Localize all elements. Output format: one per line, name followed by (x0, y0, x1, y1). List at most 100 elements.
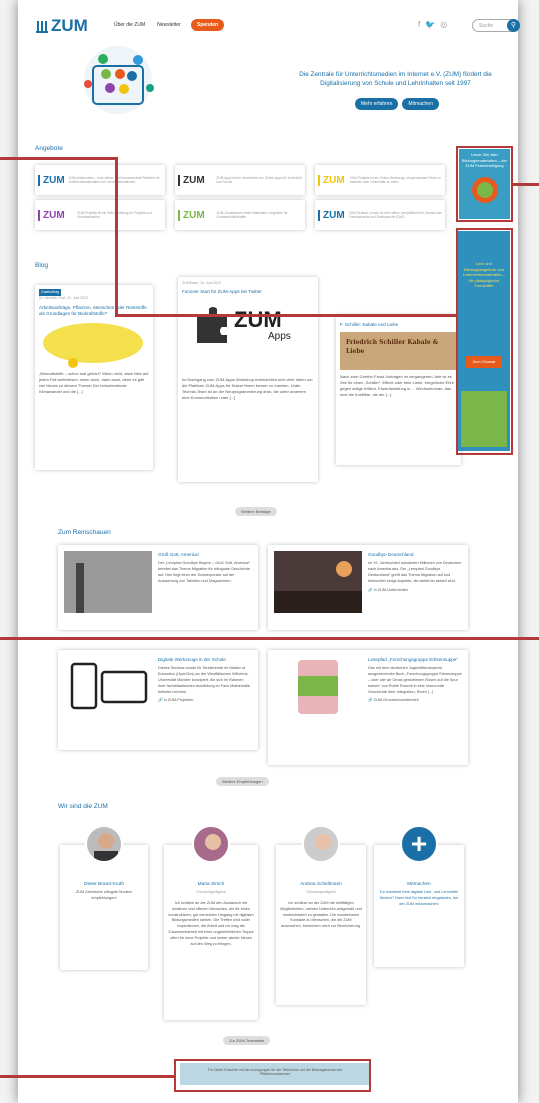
item-text: Im 19. Jahrhundert wanderten Millionen v… (368, 561, 462, 583)
hero-text: Die Zentrale für Unterrichtsmedien im In… (299, 71, 492, 88)
annotation-line (115, 157, 118, 317)
blog-title: Blog (35, 262, 49, 269)
post-image: ZUM Apps (182, 299, 314, 378)
angebot-logo: ZUM (178, 209, 212, 221)
item-tag: 🔗 in ZUM-Projekten (158, 698, 194, 703)
post-title[interactable]: Funover Start für ZUM-Apps bei Twitter (182, 289, 314, 296)
reinschauen-item-3[interactable]: Digitale Werkzeuge in der Schule Dieses S… (58, 650, 258, 750)
member-role: Gründungsmitglied (306, 890, 336, 895)
page: ZUM Über die ZUM Newsletter Spenden f 🐦 … (18, 0, 520, 1103)
angebot-text: ZUM-Projekte ist ein Wiki-Werkzeug für P… (77, 210, 152, 219)
painting-image (274, 551, 362, 613)
annotation-line (115, 314, 458, 317)
nav-ueber[interactable]: Über die ZUM (114, 22, 145, 28)
blog-post-2[interactable]: ZUMTeam, 10. Juni 2022 Funover Start für… (178, 277, 318, 482)
side-ad-top-text: Unser Ziel aller Bildungsmaterialien – d… (461, 152, 508, 169)
gastbeitrag-badge: Gastbeitrag (39, 289, 62, 297)
item-title: Lesepfad „Forschungsgruppe Erbsensuppe“ (368, 657, 458, 662)
header: ZUM Über die ZUM Newsletter Spenden f 🐦 … (36, 14, 520, 38)
weitere-beitraege-button[interactable]: Weitere Beiträge (235, 507, 277, 516)
member-name: Andrea Schellmann (300, 882, 342, 887)
post-image: Friedrich Schiller Kabale & Liebe (340, 331, 457, 370)
app-logo-sub: Apps (268, 331, 291, 343)
team-title: Wir sind die ZUM (58, 803, 108, 810)
blog-post-1[interactable]: Gastbeitrag Dr. Heinrich Graf, 22. Juni … (35, 285, 153, 470)
angebot-item[interactable]: ZUM ZUM Deutsch Lernen ist eine offene Le… (315, 200, 445, 230)
item-title: Goodbye Deutschland (368, 552, 414, 557)
post-excerpt: „Biokraftstoffe – schon mal gehört? Wenn… (39, 371, 149, 395)
angebot-item[interactable]: ZUM ZUM-Apps ist ein Verzeichnis von Onli… (175, 165, 305, 195)
devices-image (70, 662, 148, 710)
angebot-logo: ZUM (318, 209, 345, 221)
angebot-text: ZUM-Grundschule bietet Materialien, Ange… (216, 210, 288, 219)
item-tag: 🔗 in ZUM-Unterrichten (368, 587, 408, 592)
angebot-text: ZUM-Projekte ist ein Online-Werkzeug, um… (349, 175, 441, 184)
search-icon[interactable]: ⚲ (507, 19, 520, 32)
team-member-1: Dieter Brand-Kruth ZUM Zahnische uitingu… (60, 825, 148, 970)
post-meta: ZUMTeam, 10. Juni 2022 (182, 281, 222, 285)
member-name: Mitmachen (407, 882, 431, 887)
member-role: Gründungsmitglied (196, 890, 226, 895)
reinschauen-item-1[interactable]: Grüß Gott, America! Der „Lernpfad Goodbye… (58, 545, 258, 630)
team-member-2: Maria Sirsch Gründungsmitglied Ich schät… (164, 825, 258, 1020)
angebot-text: ZUM-Apps ist ein Verzeichnis von Online-… (216, 175, 302, 184)
post-title[interactable]: F. Schiller: Kabale und Liebe (340, 322, 457, 329)
weitere-empfehlungen-button[interactable]: Weitere Empfehlungen (216, 777, 269, 786)
side-ad-top[interactable]: Unser Ziel aller Bildungsmaterialien – d… (459, 149, 510, 219)
globe-icon (472, 177, 498, 203)
team-seite-button[interactable]: Zur ZUM-Teamseite (223, 1036, 271, 1045)
nav-newsletter[interactable]: Newsletter (157, 22, 181, 28)
post-image (43, 323, 143, 369)
spenden-button[interactable]: Spenden (191, 19, 225, 31)
reinschauen-item-2[interactable]: Goodbye Deutschland Im 19. Jahrhundert wa… (268, 545, 468, 630)
member-quote: ZUM Zahnische uitingute Modern empfehlun… (75, 890, 133, 901)
member-name: Dieter Brand-Kruth (84, 882, 124, 887)
blog-post-3[interactable]: F. Schiller: Kabale und Liebe Friedrich … (336, 315, 461, 465)
zum-logo[interactable]: ZUM (36, 16, 88, 36)
statue-image (64, 551, 152, 613)
search-input[interactable]: Suche ⚲ (472, 19, 520, 32)
twitter-icon[interactable]: 🐦 (425, 20, 435, 29)
avatar (85, 825, 123, 863)
side-ad-bottom[interactable]: Lern und Bildungsangebote und Unterricht… (458, 231, 510, 451)
annotation-line (0, 1075, 174, 1078)
item-title: Digitale Werkzeuge in der Schule (158, 657, 226, 662)
post-meta: Dr. Heinrich Graf, 22. Juni 2022 (39, 296, 89, 301)
hero-illustration (84, 46, 154, 114)
side-ad-bottom-text: Lern und Bildungsangebote und Unterricht… (462, 261, 506, 289)
facebook-icon[interactable]: f (418, 20, 420, 29)
glossar-button[interactable]: Zum Glossar (466, 356, 502, 368)
mehr-erfahren-button[interactable]: Mehr erfahren (355, 98, 399, 110)
angebot-item[interactable]: ZUM ZUM-Grundschule bietet Materialien, A… (175, 200, 305, 230)
member-quote: Ich schätze an der ZUM die vielfältigen … (280, 900, 362, 929)
angebot-logo: ZUM (38, 209, 73, 221)
social-links: f 🐦 ◎ (418, 20, 447, 29)
avatar (302, 825, 340, 863)
post-excerpt: Im Nachgang zum ZUM-Apps-Workshop entwic… (182, 377, 313, 401)
annotation-line (0, 157, 118, 160)
angebot-item[interactable]: ZUM ZUM-Unterrichten – eine offene, nicht… (35, 165, 165, 195)
mitmachen-button[interactable]: Mitmachen (402, 98, 439, 110)
angebot-logo: ZUM (38, 174, 65, 186)
bottom-banner[interactable]: Für Dieter Entwürfe mit den Anregungen f… (180, 1063, 370, 1085)
item-text: Der „Lernpfad Goodbye Bayern – Grüß Gott… (158, 561, 251, 583)
team-member-3: Andrea Schellmann Gründungsmitglied Ich … (276, 825, 366, 1005)
instagram-icon[interactable]: ◎ (440, 20, 447, 29)
side-ad-image (461, 391, 507, 447)
angebot-item[interactable]: ZUM ZUM-Projekte ist ein Online-Werkzeug,… (315, 165, 445, 195)
member-name: Maria Sirsch (197, 882, 225, 887)
item-tag: 🔗 ZUM-Grundschulunterricht (368, 698, 419, 703)
avatar (192, 825, 230, 863)
angebote-title: Angebote (35, 145, 63, 152)
annotation-line (0, 637, 539, 640)
puzzle-icon (197, 307, 227, 344)
angebot-logo: ZUM (178, 174, 212, 186)
reinschauen-item-4[interactable]: Lesepfad „Forschungsgruppe Erbsensuppe“ D… (268, 650, 468, 765)
logo-icon (36, 19, 48, 33)
plus-icon[interactable]: + (400, 825, 438, 863)
mitmachen-card[interactable]: + Mitmachen Du möchtest freie digitale L… (374, 825, 464, 967)
angebot-item[interactable]: ZUM ZUM-Projekte ist ein Wiki-Werkzeug fü… (35, 200, 165, 230)
item-title: Grüß Gott, America! (158, 552, 199, 557)
angebot-logo: ZUM (318, 174, 346, 186)
reinschauen-title: Zum Reinschauen (58, 529, 111, 536)
